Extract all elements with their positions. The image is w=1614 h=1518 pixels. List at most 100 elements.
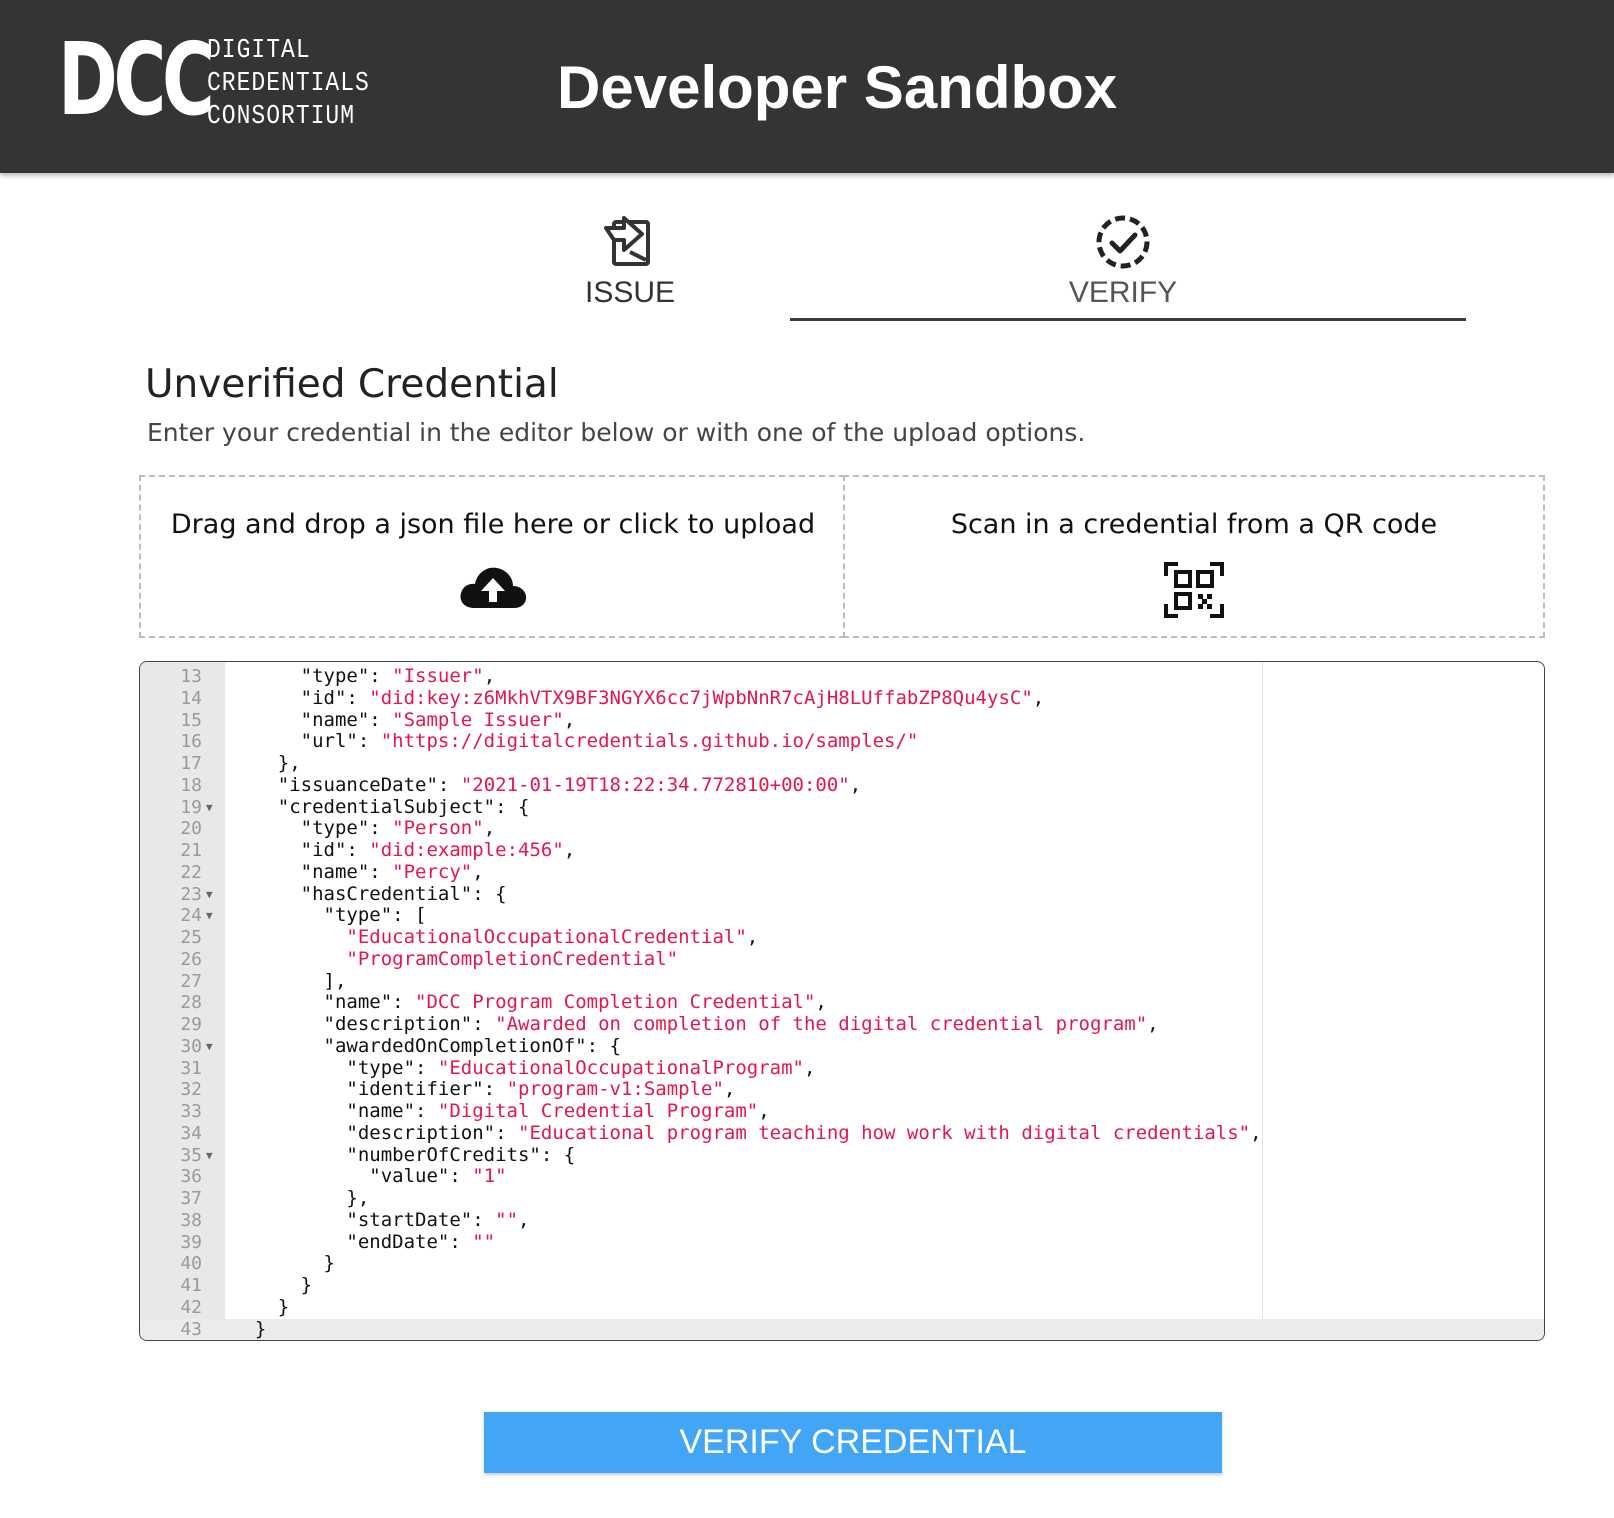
code-text: "type": [ [323,904,427,927]
code-text: "description": "Awarded on completion of… [323,1013,1159,1035]
qr-scan-zone[interactable]: Scan in a credential from a QR code [843,475,1545,638]
code-line[interactable]: 39 "endDate": "" [140,1230,1544,1254]
code-text: "identifier": "program-v1:Sample", [346,1078,736,1101]
code-line[interactable]: 43 } [140,1317,1544,1340]
code-line[interactable]: 26 "ProgramCompletionCredential" [140,947,1544,971]
line-number: 42 [180,1296,202,1318]
code-text: "description": "Educational program teac… [346,1121,1262,1144]
line-number: 14 [180,687,202,709]
active-tab-indicator [790,318,1466,321]
section-description: Enter your credential in the editor belo… [147,418,1086,447]
code-line[interactable]: 15 "name": "Sample Issuer", [140,709,1544,732]
tab-verify[interactable]: VERIFY [973,212,1273,310]
code-text: "endDate": "" [346,1230,496,1253]
line-number: 23 [180,883,202,905]
line-number: 41 [180,1275,202,1296]
verify-badge-icon [1096,215,1150,269]
tab-issue-label: ISSUE [584,276,676,309]
code-line[interactable]: 21 "id": "did:example:456", [140,839,1544,862]
code-line[interactable]: 16 "url": "https://digitalcredentials.gi… [140,730,1544,753]
section-title: Unverified Credential [145,362,559,407]
code-line[interactable]: 20 "type": "Person", [140,817,1544,840]
fold-toggle-icon[interactable]: ▼ [206,884,213,906]
code-text: "issuanceDate": "2021-01-19T18:22:34.772… [277,773,862,796]
fold-toggle-icon[interactable]: ▼ [206,797,213,819]
dcc-logo[interactable]: DCC [58,28,215,132]
line-number: 17 [180,753,202,774]
tab-issue[interactable]: ISSUE [480,212,780,310]
logo-line: CONSORTIUM [207,100,356,131]
code-line[interactable]: 41 } [140,1274,1544,1297]
line-number: 24 [180,905,202,927]
code-line[interactable]: 27 ], [140,970,1544,993]
code-line[interactable]: 34 "description": "Educational program t… [140,1121,1544,1145]
code-text: "id": "did:key:z6MkhVTX9BF3NGYX6cc7jWpbN… [300,686,1045,709]
code-line[interactable]: 33 "name": "Digital Credential Program", [140,1100,1544,1123]
code-line[interactable]: 13 "type": "Issuer", [140,665,1544,688]
code-text: } [232,1274,313,1296]
code-line[interactable]: 40 } [140,1252,1544,1275]
line-number: 31 [180,1057,202,1079]
code-text: "type": "Person", [300,817,496,840]
code-line[interactable]: 38 "startDate": "", [140,1208,1544,1232]
code-line[interactable]: 36 "value": "1" [140,1165,1544,1188]
fold-toggle-icon[interactable]: ▼ [206,1036,213,1058]
code-line[interactable]: 32 "identifier": "program-v1:Sample", [140,1078,1544,1101]
drop-zone-label: Drag and drop a json file here or click … [170,509,816,540]
code-line[interactable]: 25 "EducationalOccupationalCredential", [140,926,1544,949]
line-number: 18 [180,774,202,796]
code-line[interactable]: 28 "name": "DCC Program Completion Crede… [140,991,1544,1014]
code-line[interactable]: 42 } [140,1295,1544,1319]
code-line[interactable]: 31 "type": "EducationalOccupationalProgr… [140,1057,1544,1080]
line-number: 43 [180,1318,202,1340]
line-number: 37 [180,1188,202,1209]
code-area[interactable]: 13 "type": "Issuer", 14 "id": "did:key:z6… [140,665,1544,1340]
code-text: "startDate": "", [346,1208,530,1231]
code-line[interactable]: 14 "id": "did:key:z6MkhVTX9BF3NGYX6cc7jW… [140,686,1544,710]
fold-toggle-icon[interactable]: ▼ [206,905,213,927]
code-line[interactable]: 35 ▼ "numberOfCredits": { [140,1143,1544,1167]
code-text: "EducationalOccupationalCredential", [346,926,759,948]
code-line[interactable]: 22 "name": "Percy", [140,861,1544,884]
line-number: 35 [180,1144,202,1166]
code-line[interactable]: 17 }, [140,752,1544,775]
code-line[interactable]: 29 "description": "Awarded on completion… [140,1013,1544,1036]
line-number: 19 [180,796,202,818]
code-text: "numberOfCredits": { [346,1143,576,1166]
line-number: 21 [180,840,202,861]
cloud-upload-icon [460,567,527,608]
code-line[interactable]: 18 "issuanceDate": "2021-01-19T18:22:34.… [140,773,1544,797]
line-number: 22 [180,861,202,883]
code-text: "type": "Issuer", [300,665,496,687]
code-line[interactable]: 37 }, [140,1187,1544,1210]
line-number: 33 [180,1101,202,1122]
verify-credential-button[interactable]: VERIFY CREDENTIAL [484,1412,1222,1473]
line-number: 27 [180,970,202,992]
code-text: "value": "1" [369,1165,507,1188]
code-line[interactable]: 24 ▼ "type": [ [140,904,1544,927]
issue-icon [604,216,650,266]
file-drop-zone[interactable]: Drag and drop a json file here or click … [139,475,845,638]
line-number: 26 [180,948,202,970]
code-line[interactable]: 30 ▼ "awardedOnCompletionOf": { [140,1035,1544,1058]
code-line[interactable]: 19 ▼ "credentialSubject": { [140,796,1544,819]
line-number: 20 [180,818,202,840]
json-editor[interactable]: 13 "type": "Issuer", 14 "id": "did:key:z6… [139,661,1545,1341]
tab-verify-label: VERIFY [1068,276,1178,309]
fold-toggle-icon[interactable]: ▼ [206,1145,213,1167]
line-number: 34 [180,1122,202,1144]
code-text: "ProgramCompletionCredential" [346,947,679,970]
line-number: 29 [180,1014,202,1035]
code-text: } [232,1252,335,1275]
logo-wordmark: DIGITAL CREDENTIALS CONSORTIUM [207,34,370,133]
code-text: } [232,1295,290,1318]
line-number: 39 [180,1231,202,1253]
code-text: } [232,1317,267,1340]
code-text: "name": "DCC Program Completion Credenti… [323,991,827,1014]
line-number: 13 [180,666,202,687]
line-number: 38 [180,1209,202,1231]
code-line[interactable]: 23 ▼ "hasCredential": { [140,883,1544,906]
qr-zone-label: Scan in a credential from a QR code [950,509,1438,540]
app-header: DCC DIGITAL CREDENTIALS CONSORTIUM Devel… [0,0,1614,173]
line-number: 40 [180,1253,202,1275]
